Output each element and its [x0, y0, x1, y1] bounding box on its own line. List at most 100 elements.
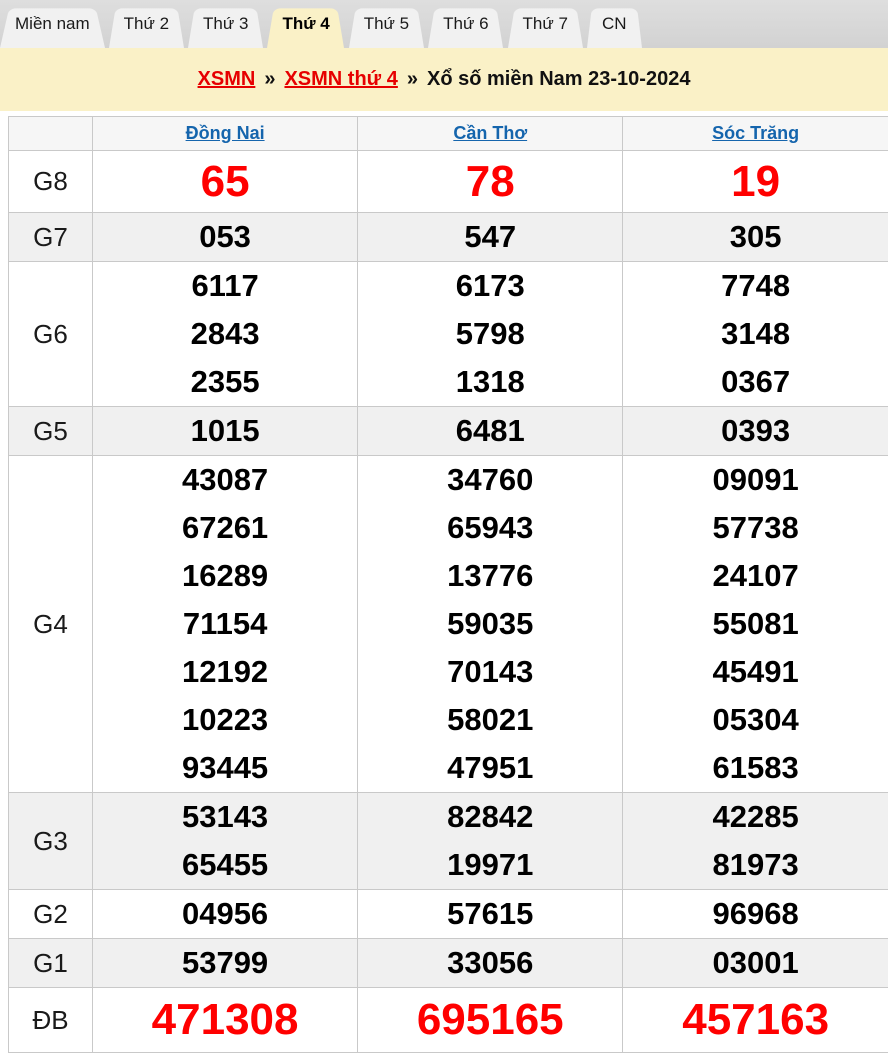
- prize-number: 47951: [358, 744, 622, 792]
- prize-number: 03001: [623, 939, 888, 987]
- prize-row-g6: G6611728432355617357981318774831480367: [9, 262, 888, 407]
- prize-number: 04956: [93, 890, 357, 938]
- prize-number: 65455: [93, 841, 357, 889]
- prize-cell-db-dong-nai: 471308: [93, 988, 358, 1053]
- prize-cell-g7-can-tho: 547: [358, 213, 623, 262]
- prize-number: 43087: [93, 456, 357, 504]
- prize-number: 1318: [358, 358, 622, 406]
- prize-number: 93445: [93, 744, 357, 792]
- prize-number: 05304: [623, 696, 888, 744]
- prize-number: 67261: [93, 504, 357, 552]
- tab-label: Miền nam: [15, 14, 90, 34]
- province-header: Cần Thơ: [358, 117, 623, 151]
- prize-number: 19: [623, 151, 888, 212]
- province-link-dong-nai[interactable]: Đồng Nai: [186, 123, 265, 143]
- prize-row-g3: G3531436545582842199714228581973: [9, 793, 888, 890]
- prize-cell-g6-dong-nai: 611728432355: [93, 262, 358, 407]
- prize-cell-g2-can-tho: 57615: [358, 890, 623, 939]
- prize-number: 471308: [93, 988, 357, 1052]
- prize-cell-g8-dong-nai: 65: [93, 151, 358, 213]
- prize-number: 58021: [358, 696, 622, 744]
- prize-cell-g1-soc-trang: 03001: [623, 939, 888, 988]
- prize-label-g7: G7: [9, 213, 93, 262]
- prize-number: 96968: [623, 890, 888, 938]
- prize-number: 1015: [93, 407, 357, 455]
- prize-cell-g3-can-tho: 8284219971: [358, 793, 623, 890]
- prize-number: 53799: [93, 939, 357, 987]
- tab-thu-5[interactable]: Thứ 5: [349, 0, 424, 48]
- prize-cell-g1-can-tho: 33056: [358, 939, 623, 988]
- prize-cell-g1-dong-nai: 53799: [93, 939, 358, 988]
- tab-label: Thứ 2: [124, 14, 169, 34]
- prize-row-g5: G5101564810393: [9, 407, 888, 456]
- prize-cell-g8-can-tho: 78: [358, 151, 623, 213]
- prize-number: 61583: [623, 744, 888, 792]
- prize-number: 59035: [358, 600, 622, 648]
- prize-number: 5798: [358, 310, 622, 358]
- prize-number: 57738: [623, 504, 888, 552]
- prize-number: 70143: [358, 648, 622, 696]
- prize-cell-g3-dong-nai: 5314365455: [93, 793, 358, 890]
- prize-number: 7748: [623, 262, 888, 310]
- prize-cell-g5-can-tho: 6481: [358, 407, 623, 456]
- prize-row-db: ĐB471308695165457163: [9, 988, 888, 1053]
- prize-number: 0367: [623, 358, 888, 406]
- prize-number: 547: [358, 213, 622, 261]
- prize-cell-db-can-tho: 695165: [358, 988, 623, 1053]
- prize-number: 6173: [358, 262, 622, 310]
- prize-number: 13776: [358, 552, 622, 600]
- prize-label-g1: G1: [9, 939, 93, 988]
- prize-number: 3148: [623, 310, 888, 358]
- prize-number: 6481: [358, 407, 622, 455]
- breadcrumb-current: Xổ số miền Nam 23-10-2024: [427, 68, 690, 91]
- prize-cell-g2-dong-nai: 04956: [93, 890, 358, 939]
- prize-label-g3: G3: [9, 793, 93, 890]
- prize-row-g2: G2049565761596968: [9, 890, 888, 939]
- prize-number: 53143: [93, 793, 357, 841]
- prize-cell-g8-soc-trang: 19: [623, 151, 888, 213]
- prize-label-g6: G6: [9, 262, 93, 407]
- prize-label-g4: G4: [9, 456, 93, 793]
- prize-number: 57615: [358, 890, 622, 938]
- prize-number: 16289: [93, 552, 357, 600]
- tab-label: CN: [602, 14, 627, 34]
- prize-number: 78: [358, 151, 622, 212]
- prize-label-g5: G5: [9, 407, 93, 456]
- tab-mien-nam[interactable]: Miền nam: [0, 0, 105, 48]
- prize-number: 12192: [93, 648, 357, 696]
- breadcrumb-separator: »: [407, 68, 418, 91]
- prize-row-g8: G8657819: [9, 151, 888, 213]
- province-header: Đồng Nai: [93, 117, 358, 151]
- tab-label: Thứ 7: [523, 14, 568, 34]
- province-link-can-tho[interactable]: Cần Thơ: [453, 123, 527, 143]
- prize-number: 81973: [623, 841, 888, 889]
- prize-number: 2843: [93, 310, 357, 358]
- prize-number: 2355: [93, 358, 357, 406]
- tab-label: Thứ 3: [203, 14, 248, 34]
- prize-cell-g5-dong-nai: 1015: [93, 407, 358, 456]
- prize-cell-g2-soc-trang: 96968: [623, 890, 888, 939]
- tab-thu-3[interactable]: Thứ 3: [188, 0, 263, 48]
- prize-cell-g4-dong-nai: 43087672611628971154121921022393445: [93, 456, 358, 793]
- prize-cell-g4-can-tho: 34760659431377659035701435802147951: [358, 456, 623, 793]
- tab-thu-6[interactable]: Thứ 6: [428, 0, 503, 48]
- table-header-row: Đồng Nai Cần Thơ Sóc Trăng: [9, 117, 888, 151]
- tab-thu-2[interactable]: Thứ 2: [109, 0, 184, 48]
- breadcrumb-link-xsmn[interactable]: XSMN: [198, 68, 256, 91]
- prize-cell-g7-dong-nai: 053: [93, 213, 358, 262]
- prize-number: 09091: [623, 456, 888, 504]
- tab-bar: Miền nam Thứ 2 Thứ 3 Thứ 4Thứ 5Thứ 6 Thứ 7 CN: [0, 0, 888, 48]
- breadcrumb-separator: »: [264, 68, 275, 91]
- prize-number: 305: [623, 213, 888, 261]
- prize-number: 71154: [93, 600, 357, 648]
- prize-cell-g6-can-tho: 617357981318: [358, 262, 623, 407]
- breadcrumb-link-xsmn-thu-4[interactable]: XSMN thứ 4: [284, 68, 397, 91]
- tab-thu-4[interactable]: Thứ 4: [267, 0, 344, 48]
- prize-number: 457163: [623, 988, 888, 1052]
- tab-cn[interactable]: CN: [587, 0, 642, 48]
- prize-cell-g7-soc-trang: 305: [623, 213, 888, 262]
- province-link-soc-trang[interactable]: Sóc Trăng: [712, 123, 799, 143]
- tab-thu-7[interactable]: Thứ 7: [508, 0, 583, 48]
- prize-number: 10223: [93, 696, 357, 744]
- prize-number: 65943: [358, 504, 622, 552]
